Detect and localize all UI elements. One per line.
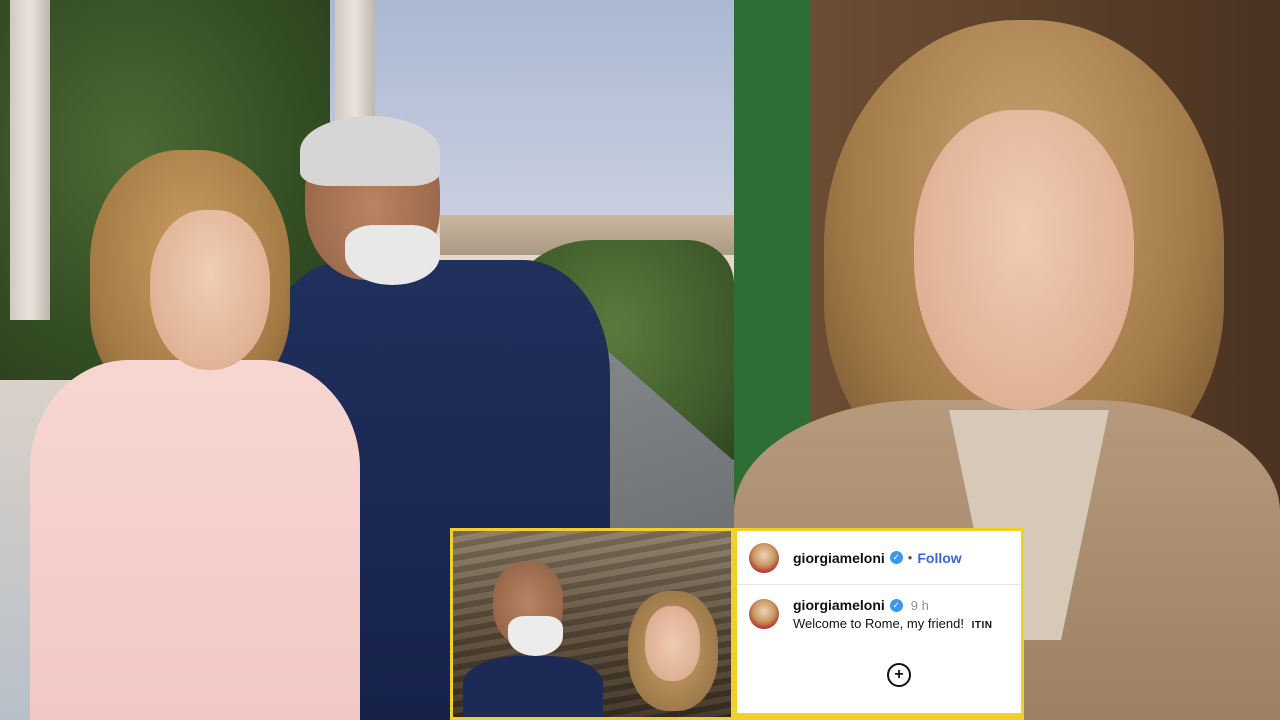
inset-woman <box>623 591 731 717</box>
comment-text-row: Welcome to Rome, my friend! ITIN <box>793 616 993 631</box>
post-header: giorgiameloni ✓ • Follow <box>737 531 1021 585</box>
woman-in-pink <box>30 150 370 720</box>
instagram-post-card: giorgiameloni ✓ • Follow giorgiameloni ✓… <box>734 528 1024 720</box>
comment-text: Welcome to Rome, my friend! <box>793 616 964 631</box>
avatar[interactable] <box>749 599 779 629</box>
comment-body: giorgiameloni ✓ 9 h Welcome to Rome, my … <box>793 597 993 631</box>
verified-badge-icon: ✓ <box>889 551 903 564</box>
comment-meta: giorgiameloni ✓ 9 h <box>793 597 993 613</box>
selfie-inset-photo <box>450 528 734 720</box>
header-username[interactable]: giorgiameloni <box>793 550 885 566</box>
verified-badge-icon: ✓ <box>889 598 903 612</box>
flag-emojis: ITIN <box>971 620 993 631</box>
comment-username[interactable]: giorgiameloni <box>793 597 885 613</box>
comment: giorgiameloni ✓ 9 h Welcome to Rome, my … <box>737 585 1021 631</box>
follow-button[interactable]: Follow <box>917 550 961 566</box>
highlight-border <box>737 713 1021 717</box>
avatar[interactable] <box>749 542 779 573</box>
comment-timestamp: 9 h <box>910 597 929 613</box>
plus-circle-icon[interactable]: + <box>887 663 911 687</box>
separator-dot: • <box>907 550 913 565</box>
inset-man <box>463 561 603 717</box>
